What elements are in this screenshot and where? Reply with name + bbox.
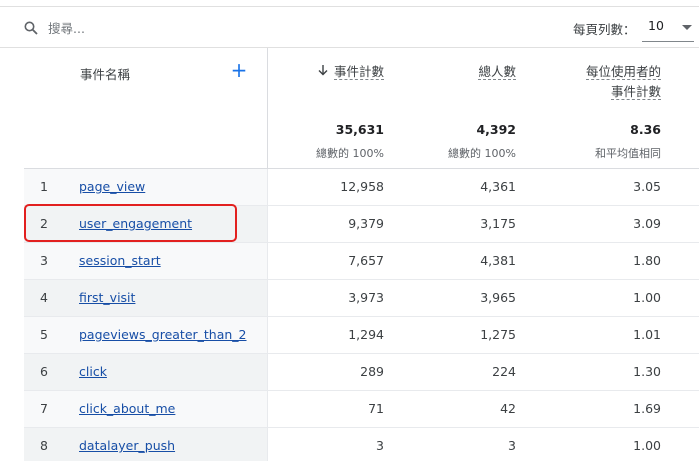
events-per-user-cell: 1.69	[633, 401, 661, 416]
row-index: 3	[40, 253, 48, 268]
total-event-count: 35,631	[335, 122, 384, 137]
event-count-cell: 9,379	[348, 216, 384, 231]
caret-down-icon	[682, 25, 692, 30]
total-users-cell: 3,175	[480, 216, 516, 231]
event-count-cell: 71	[368, 401, 384, 416]
total-users-cell: 3,965	[480, 290, 516, 305]
event-name-link[interactable]: session_start	[79, 243, 161, 279]
event-name-link[interactable]: click	[79, 354, 107, 390]
event-name-link[interactable]: click_about_me	[79, 391, 175, 427]
row-index: 1	[40, 179, 48, 194]
metric-header-events-per-user[interactable]: 每位使用者的 事件計數	[544, 62, 661, 102]
metric-header-event-count[interactable]: 事件計數	[294, 62, 384, 82]
events-per-user-cell: 1.00	[633, 290, 661, 305]
event-name-link[interactable]: datalayer_push	[79, 428, 175, 461]
column-divider	[267, 48, 268, 169]
dimension-header[interactable]: 事件名稱	[80, 64, 130, 83]
metric-label: 總人數	[478, 64, 516, 80]
total-users-cell: 42	[500, 401, 516, 416]
table-row: 5 pageviews_greater_than_2 1,294 1,275 1…	[24, 317, 699, 354]
total-event-count-share: 總數的 100%	[316, 147, 384, 160]
metric-label-line1: 每位使用者的	[585, 64, 661, 80]
event-count-cell: 3	[376, 438, 384, 453]
metric-label-line2: 事件計數	[610, 84, 661, 100]
total-users: 4,392	[476, 122, 516, 137]
arrow-down-icon	[318, 65, 328, 76]
event-name-link[interactable]: first_visit	[79, 280, 135, 316]
total-users-share: 總數的 100%	[448, 147, 516, 160]
table-row: 8 datalayer_push 3 3 1.00	[24, 428, 699, 461]
search-icon	[24, 21, 38, 35]
event-count-cell: 7,657	[348, 253, 384, 268]
events-per-user-cell: 1.00	[633, 438, 661, 453]
rows-per-page-value: 10	[648, 18, 664, 33]
event-name-link[interactable]: page_view	[79, 169, 145, 205]
total-users-cell: 1,275	[480, 327, 516, 342]
table-toolbar: 每頁列數： 10	[0, 0, 699, 48]
plus-icon[interactable]: +	[230, 60, 248, 80]
table-row: 1 page_view 12,958 4,361 3.05	[24, 169, 699, 206]
total-users-cell: 224	[492, 364, 516, 379]
total-users-cell: 4,381	[480, 253, 516, 268]
divider	[0, 6, 699, 7]
event-name-link[interactable]: pageviews_greater_than_2	[79, 317, 247, 353]
table-row: 6 click 289 224 1.30	[24, 354, 699, 391]
events-per-user-cell: 3.09	[633, 216, 661, 231]
table-header: 事件名稱 + 事件計數 總人數 每位使用者的 事件計數 35,631 總數的 1…	[24, 48, 699, 169]
table-row: 4 first_visit 3,973 3,965 1.00	[24, 280, 699, 317]
row-index: 5	[40, 327, 48, 342]
total-events-per-user-note: 和平均值相同	[595, 147, 661, 160]
rows-per-page-label: 每頁列數：	[573, 22, 636, 37]
total-events-per-user: 8.36	[630, 122, 661, 137]
row-index: 6	[40, 364, 48, 379]
row-index: 4	[40, 290, 48, 305]
search-input[interactable]	[48, 17, 248, 39]
events-per-user-cell: 1.01	[633, 327, 661, 342]
table-row: 7 click_about_me 71 42 1.69	[24, 391, 699, 428]
metric-label: 事件計數	[333, 64, 384, 80]
rows-per-page-select[interactable]: 10	[642, 14, 694, 42]
event-count-cell: 289	[360, 364, 384, 379]
events-per-user-cell: 3.05	[633, 179, 661, 194]
events-per-user-cell: 1.30	[633, 364, 661, 379]
table-row: 3 session_start 7,657 4,381 1.80	[24, 243, 699, 280]
metric-header-total-users[interactable]: 總人數	[424, 62, 516, 82]
total-users-cell: 3	[508, 438, 516, 453]
row-index: 8	[40, 438, 48, 453]
event-count-cell: 3,973	[348, 290, 384, 305]
event-count-cell: 1,294	[348, 327, 384, 342]
row-index: 7	[40, 401, 48, 416]
highlight-annotation	[24, 204, 237, 242]
events-per-user-cell: 1.80	[633, 253, 661, 268]
event-count-cell: 12,958	[340, 179, 384, 194]
total-users-cell: 4,361	[480, 179, 516, 194]
